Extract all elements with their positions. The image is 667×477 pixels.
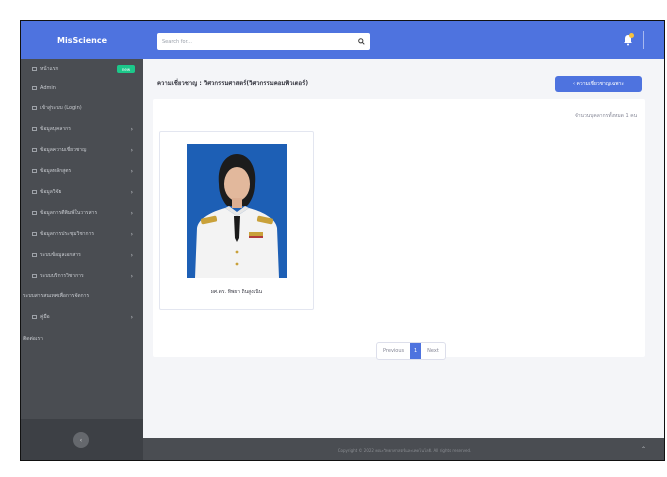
menu-icon (32, 86, 37, 90)
menu-icon (32, 253, 37, 257)
chevron-left-icon: ‹ (79, 436, 83, 444)
back-to-expertise-button[interactable]: ‹ ความเชี่ยวชาญเฉพาะ (555, 76, 642, 92)
menu-icon (32, 148, 37, 152)
search-button[interactable] (354, 35, 368, 48)
menu-icon (32, 67, 37, 71)
scroll-top-icon[interactable]: ⌃ (641, 446, 646, 453)
sidebar-item-personnel[interactable]: ข้อมูลบุคลากร › (21, 121, 143, 137)
chevron-right-icon: › (130, 125, 133, 133)
person-photo[interactable] (187, 144, 287, 278)
sidebar-toggle-button[interactable]: ‹ (73, 432, 89, 448)
personnel-count: จำนวนบุคลากรทั้งหมด 1 คน (574, 113, 637, 119)
sidebar-item-login[interactable]: เข้าสู่ระบบ (Login) (21, 100, 143, 116)
menu-icon (32, 232, 37, 236)
chevron-right-icon: › (130, 188, 133, 196)
portrait-image (187, 144, 287, 278)
pagination-next[interactable]: Next (421, 343, 445, 359)
chevron-right-icon: › (130, 230, 133, 238)
sidebar-item-manual[interactable]: คู่มือ › (21, 309, 143, 325)
menu-icon (32, 190, 37, 194)
chevron-right-icon: › (130, 313, 133, 321)
app-window: MisScience หน้าแรกnew Admin เข้าสู่ระบบ … (20, 20, 665, 461)
footer: Copyright © 2022 คณะวิทยาศาสตร์และเทคโนโ… (143, 438, 664, 460)
chevron-right-icon: › (130, 209, 133, 217)
menu-icon (32, 106, 37, 110)
alert-dot (629, 33, 634, 38)
menu-icon (32, 211, 37, 215)
pagination-page-1[interactable]: 1 (410, 343, 422, 359)
sidebar-item-home[interactable]: หน้าแรก new (21, 61, 143, 77)
menu-icon (32, 169, 37, 173)
sidebar-item-research[interactable]: ข้อมูลวิจัย › (21, 184, 143, 200)
sidebar: หน้าแรก new Admin เข้าสู่ระบบ (Login) ข้อ… (21, 59, 143, 460)
pagination: Previous 1 Next (376, 342, 446, 360)
chevron-right-icon: › (130, 251, 133, 259)
menu-icon (32, 127, 37, 131)
chevron-right-icon: › (130, 167, 133, 175)
sidebar-item-expertise[interactable]: ข้อมูลความเชี่ยวชาญ › (21, 142, 143, 158)
person-card[interactable]: ผศ.ดร. ทิพยา ถินสูงเนิน (159, 131, 314, 310)
page-title: ความเชี่ยวชาญ : วิศวกรรมศาสตร์(วิศวกรรมค… (157, 80, 309, 87)
sidebar-item-curriculum[interactable]: ข้อมูลหลักสูตร › (21, 163, 143, 179)
sidebar-item-academic-service[interactable]: ระบบบริการวิชาการ › (21, 268, 143, 284)
sidebar-item-conference[interactable]: ข้อมูลการประชุมวิชาการ › (21, 226, 143, 242)
new-badge: new (117, 65, 135, 73)
chevron-right-icon: › (130, 272, 133, 280)
chevron-right-icon: › (130, 146, 133, 154)
brand-logo[interactable]: MisScience (21, 21, 143, 59)
sidebar-item-admin[interactable]: Admin (21, 80, 143, 96)
sidebar-item-documents[interactable]: ระบบข้อมูลเอกสาร › (21, 247, 143, 263)
content-card: จำนวนบุคลากรทั้งหมด 1 คน ผศ.ดร. ทิพยา ถิ… (153, 99, 645, 360)
topbar-divider (643, 31, 644, 49)
menu-icon (32, 315, 37, 319)
sidebar-item-mis[interactable]: ระบบสารสนเทศเพื่อการจัดการ (21, 288, 143, 304)
menu-icon (32, 274, 37, 278)
search-input[interactable] (162, 38, 342, 45)
search-box (157, 33, 370, 50)
copyright-text: Copyright © 2022 คณะวิทยาศาสตร์และเทคโนโ… (337, 447, 472, 453)
person-name[interactable]: ผศ.ดร. ทิพยา ถินสูงเนิน (160, 288, 313, 296)
search-icon (357, 38, 365, 45)
sidebar-item-journal[interactable]: ข้อมูลการตีพิมพ์ในวารสาร › (21, 205, 143, 221)
sidebar-item-contact[interactable]: ติดต่อเรา (21, 331, 143, 347)
top-navbar: MisScience (21, 21, 664, 59)
pagination-previous[interactable]: Previous (377, 343, 410, 359)
